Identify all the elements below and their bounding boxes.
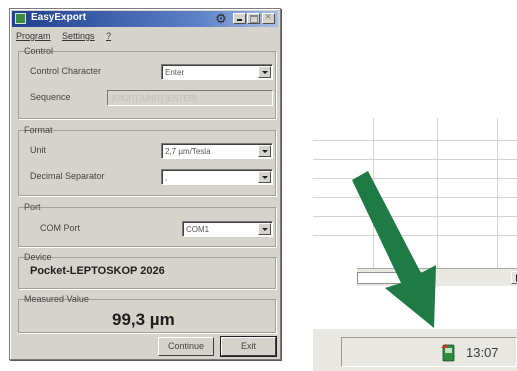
format-group <box>18 130 276 196</box>
com-port-label: COM Port <box>40 223 81 233</box>
minimize-button[interactable] <box>233 13 246 24</box>
sequence-field: [DIGIT] [UNIT] [ENTER] <box>107 90 273 106</box>
maximize-button[interactable] <box>247 13 260 24</box>
close-button[interactable] <box>262 11 275 24</box>
control-character-label: Control Character <box>30 66 102 76</box>
taskbar: 13:07 <box>313 328 517 371</box>
measured-value: 99,3 µm <box>112 310 175 329</box>
menu-program[interactable]: Program <box>16 31 51 41</box>
grid-line <box>313 159 517 160</box>
chevron-down-icon[interactable] <box>258 171 271 183</box>
com-port-value: COM1 <box>186 225 210 234</box>
pointer-arrow-icon <box>352 171 436 328</box>
system-tray: 13:07 <box>341 337 517 367</box>
easyexport-tray-icon[interactable] <box>440 343 456 362</box>
unit-value: 2,7 µm/Tesla <box>165 147 211 156</box>
sequence-label: Sequence <box>30 92 71 102</box>
com-port-select[interactable]: COM1 <box>182 221 273 237</box>
menu-bar: Program Settings ? <box>16 31 120 45</box>
control-group <box>18 51 276 119</box>
exit-button[interactable]: Exit <box>220 336 277 357</box>
decimal-separator-value: , <box>165 173 168 182</box>
easyexport-window: EasyExport ⚙ Program Settings ? Control … <box>9 8 281 360</box>
menu-help[interactable]: ? <box>106 31 111 41</box>
chevron-down-icon[interactable] <box>258 145 271 157</box>
measured-value-label: Measured Value <box>24 294 89 304</box>
device-group-label: Device <box>24 252 52 262</box>
scroll-right-button[interactable] <box>511 271 517 284</box>
device-name: Pocket-LEPTOSKOP 2026 <box>30 265 165 277</box>
clock: 13:07 <box>466 345 499 360</box>
grid-line <box>313 140 517 141</box>
taskbar-detail: 13:07 <box>313 118 517 371</box>
control-group-label: Control <box>24 46 54 56</box>
gear-icon[interactable]: ⚙ <box>214 12 228 26</box>
title-bar[interactable]: EasyExport ⚙ <box>12 11 278 27</box>
decimal-separator-label: Decimal Separator <box>30 171 105 181</box>
chevron-down-icon[interactable] <box>258 66 271 78</box>
grid-line <box>497 118 498 268</box>
unit-label: Unit <box>30 145 47 155</box>
format-group-label: Format <box>24 125 53 135</box>
port-group-label: Port <box>24 202 41 212</box>
app-icon <box>15 13 26 24</box>
chevron-down-icon[interactable] <box>258 223 271 235</box>
control-character-value: Enter <box>165 68 185 77</box>
decimal-separator-select[interactable]: , <box>161 169 273 185</box>
menu-settings[interactable]: Settings <box>62 31 95 41</box>
control-character-select[interactable]: Enter <box>161 64 273 80</box>
unit-select[interactable]: 2,7 µm/Tesla <box>161 143 273 159</box>
window-title: EasyExport <box>31 12 87 23</box>
continue-button[interactable]: Continue <box>158 337 214 356</box>
